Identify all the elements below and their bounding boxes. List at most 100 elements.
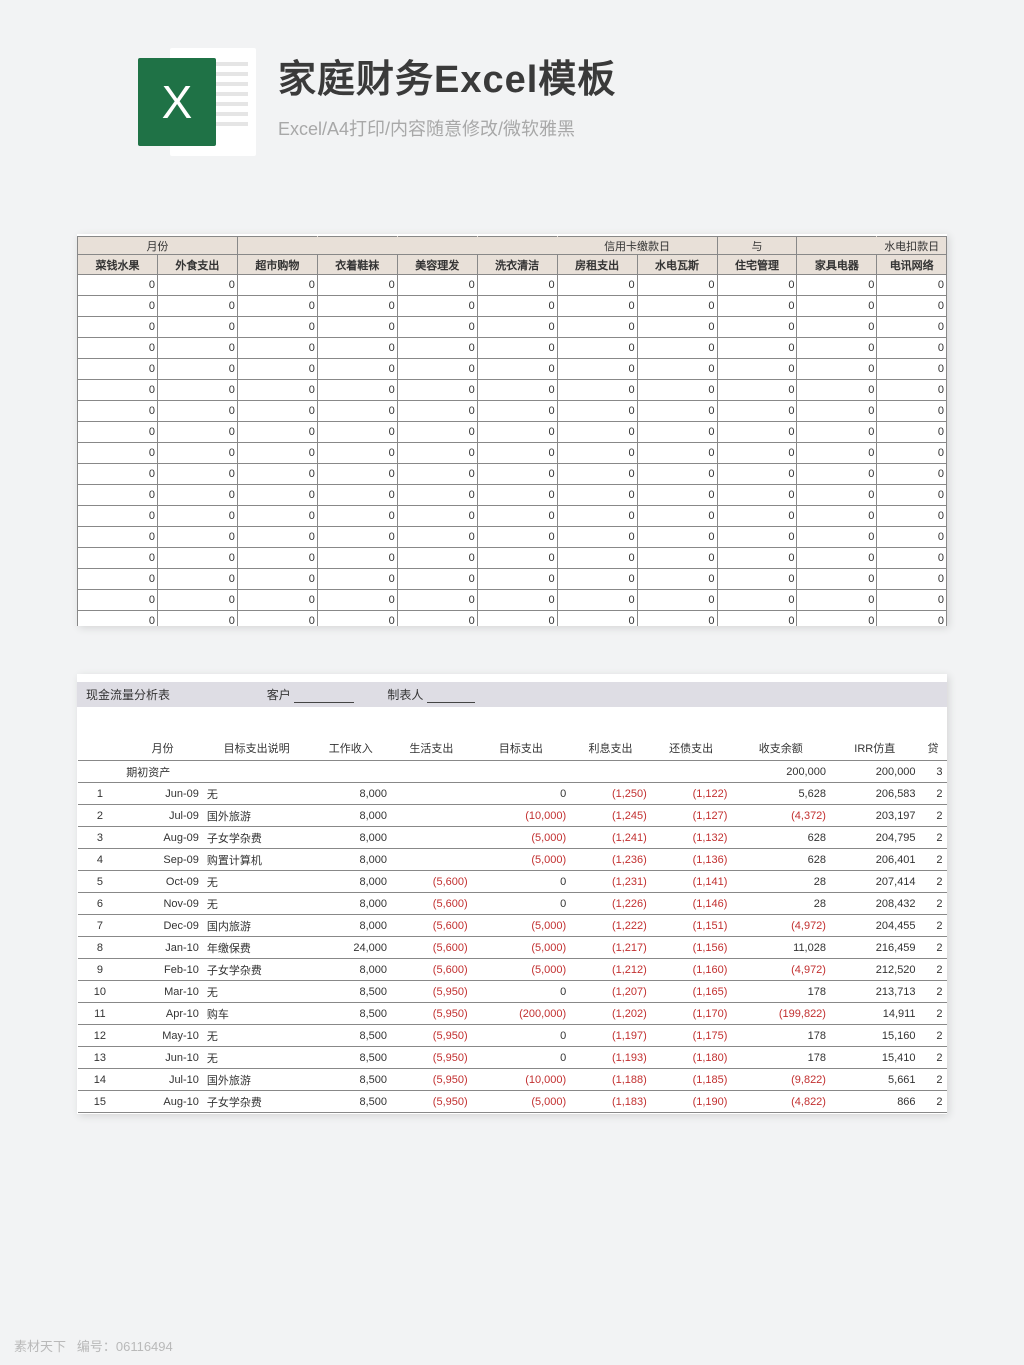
cell[interactable]: 213,713 — [830, 981, 920, 1003]
cell[interactable]: 178 — [731, 981, 830, 1003]
cell[interactable]: 0 — [477, 590, 557, 611]
cell[interactable]: 0 — [637, 464, 717, 485]
cell[interactable]: (5,950) — [391, 981, 472, 1003]
cell[interactable]: (1,160) — [651, 959, 732, 981]
cell[interactable]: 0 — [237, 359, 317, 380]
cell[interactable]: 0 — [637, 443, 717, 464]
cell[interactable]: 0 — [397, 548, 477, 569]
cell[interactable]: 8,000 — [310, 783, 391, 805]
cell[interactable]: (1,207) — [570, 981, 651, 1003]
cell[interactable] — [391, 805, 472, 827]
cell[interactable]: 866 — [830, 1091, 920, 1113]
cell[interactable]: 0 — [397, 338, 477, 359]
cell[interactable]: 0 — [157, 590, 237, 611]
cell[interactable]: 0 — [317, 464, 397, 485]
cell[interactable]: 0 — [237, 443, 317, 464]
cell[interactable]: 0 — [557, 569, 637, 590]
cell[interactable]: (10,000) — [472, 805, 571, 827]
cell[interactable]: 0 — [78, 359, 158, 380]
cell[interactable]: 0 — [237, 590, 317, 611]
cell[interactable]: 0 — [797, 422, 877, 443]
cell[interactable]: 0 — [157, 506, 237, 527]
cell[interactable]: 15 — [78, 1091, 123, 1113]
cell[interactable]: 0 — [637, 296, 717, 317]
cell[interactable] — [391, 783, 472, 805]
cell[interactable]: 15,410 — [830, 1047, 920, 1069]
cell[interactable]: 0 — [557, 548, 637, 569]
cell[interactable]: 0 — [557, 380, 637, 401]
cell[interactable]: 0 — [717, 506, 797, 527]
cell[interactable]: 国外旅游 — [203, 805, 311, 827]
cell[interactable]: 0 — [557, 590, 637, 611]
cell[interactable]: 8,000 — [310, 893, 391, 915]
cell[interactable]: 2 — [78, 805, 123, 827]
cell[interactable]: 0 — [877, 569, 947, 590]
cell[interactable]: 0 — [797, 359, 877, 380]
cell[interactable]: 0 — [237, 380, 317, 401]
cell[interactable]: 0 — [477, 380, 557, 401]
cell[interactable]: 2 — [920, 1091, 947, 1113]
cell[interactable] — [391, 849, 472, 871]
cell[interactable]: 0 — [797, 506, 877, 527]
cell[interactable]: 0 — [797, 611, 877, 627]
cell[interactable]: 0 — [157, 569, 237, 590]
cell[interactable]: (9,822) — [731, 1069, 830, 1091]
cell[interactable]: 0 — [637, 548, 717, 569]
cell[interactable]: 0 — [157, 527, 237, 548]
cell[interactable]: 0 — [78, 401, 158, 422]
cell[interactable]: 0 — [557, 443, 637, 464]
cell[interactable]: 3 — [78, 827, 123, 849]
cell[interactable]: 0 — [877, 506, 947, 527]
cell[interactable]: 0 — [797, 590, 877, 611]
cell[interactable]: (1,197) — [570, 1025, 651, 1047]
cell[interactable]: 0 — [637, 485, 717, 506]
cell[interactable]: 0 — [877, 443, 947, 464]
cell[interactable]: 0 — [397, 527, 477, 548]
cell[interactable]: 0 — [397, 464, 477, 485]
cell[interactable]: 0 — [717, 464, 797, 485]
cell[interactable]: (5,600) — [391, 915, 472, 937]
cell[interactable]: 0 — [797, 485, 877, 506]
cell[interactable]: 0 — [317, 569, 397, 590]
cell[interactable]: 0 — [717, 317, 797, 338]
cell[interactable]: 2 — [920, 871, 947, 893]
cell[interactable]: 无 — [203, 871, 311, 893]
cell[interactable]: 0 — [237, 317, 317, 338]
cell[interactable]: 0 — [317, 422, 397, 443]
cell[interactable]: 8 — [78, 937, 123, 959]
cell[interactable]: 无 — [203, 1047, 311, 1069]
cell[interactable] — [391, 827, 472, 849]
cell[interactable]: 0 — [557, 527, 637, 548]
cell[interactable]: 0 — [397, 296, 477, 317]
cell[interactable]: 0 — [877, 380, 947, 401]
cell[interactable]: 0 — [637, 527, 717, 548]
cell[interactable]: (1,132) — [651, 827, 732, 849]
cell[interactable]: 0 — [78, 548, 158, 569]
cell[interactable]: Jun-09 — [122, 783, 203, 805]
cell[interactable]: (1,122) — [651, 783, 732, 805]
cell[interactable]: 0 — [397, 506, 477, 527]
cell[interactable]: (4,972) — [731, 915, 830, 937]
cell[interactable]: 2 — [920, 1003, 947, 1025]
maker-field[interactable] — [427, 689, 475, 703]
cell[interactable]: 0 — [477, 443, 557, 464]
cell[interactable]: 206,583 — [830, 783, 920, 805]
cell[interactable]: 0 — [237, 422, 317, 443]
cell[interactable]: (5,000) — [472, 937, 571, 959]
cell[interactable]: 0 — [397, 422, 477, 443]
cell[interactable]: 0 — [637, 380, 717, 401]
cell[interactable]: 0 — [157, 275, 237, 296]
cell[interactable]: 0 — [477, 422, 557, 443]
cell[interactable]: 0 — [397, 380, 477, 401]
cell[interactable]: 0 — [477, 296, 557, 317]
cell[interactable]: (1,222) — [570, 915, 651, 937]
cell[interactable]: 2 — [920, 959, 947, 981]
cell[interactable]: 0 — [237, 611, 317, 627]
cell[interactable]: 11 — [78, 1003, 123, 1025]
cell[interactable]: (4,372) — [731, 805, 830, 827]
cell[interactable]: Sep-09 — [122, 849, 203, 871]
cell[interactable]: (4,972) — [731, 959, 830, 981]
cell[interactable]: 4 — [78, 849, 123, 871]
cell[interactable]: 0 — [157, 422, 237, 443]
cell[interactable]: (1,170) — [651, 1003, 732, 1025]
